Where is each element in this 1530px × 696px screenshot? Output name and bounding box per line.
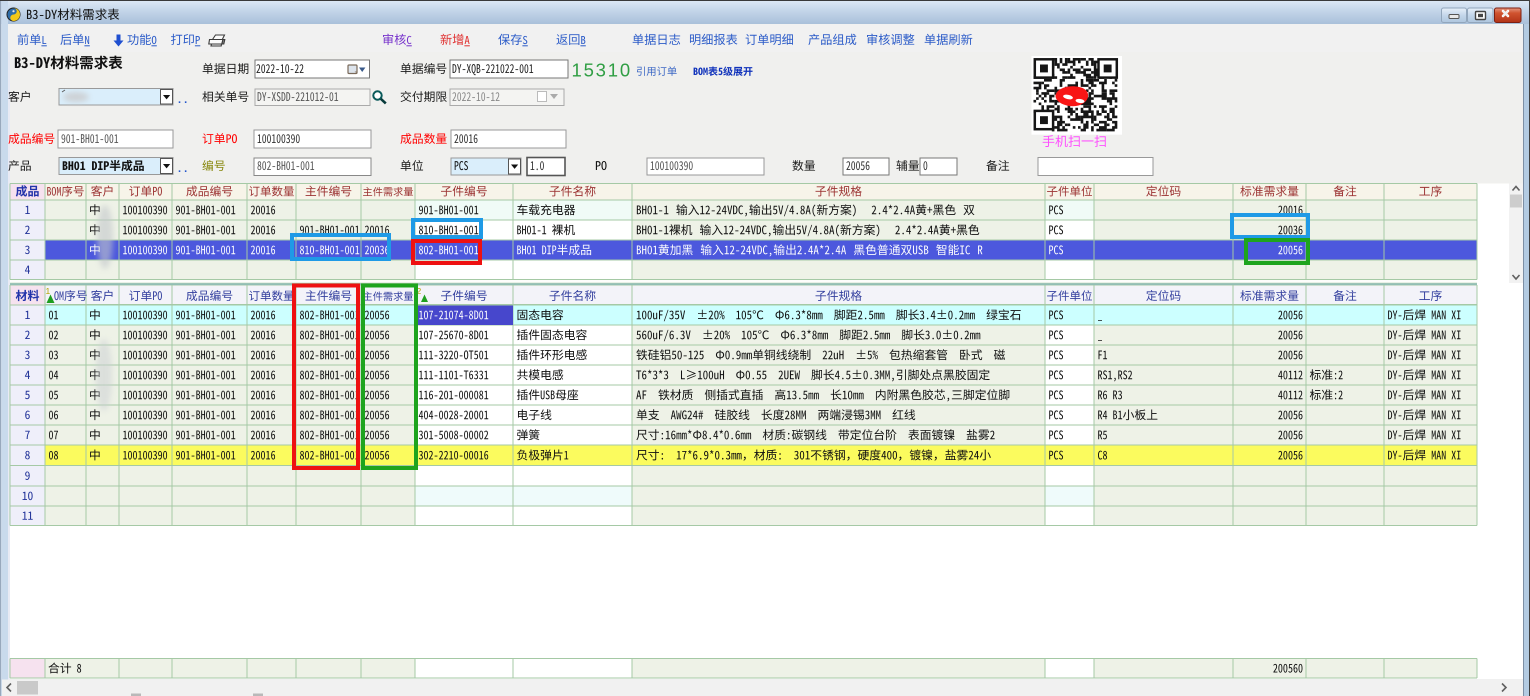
svg-text:15310: 15310 [572,60,632,81]
svg-text:. .: . . [178,163,187,175]
svg-text:1: 1 [46,286,51,296]
svg-text:. .: . . [178,94,187,106]
